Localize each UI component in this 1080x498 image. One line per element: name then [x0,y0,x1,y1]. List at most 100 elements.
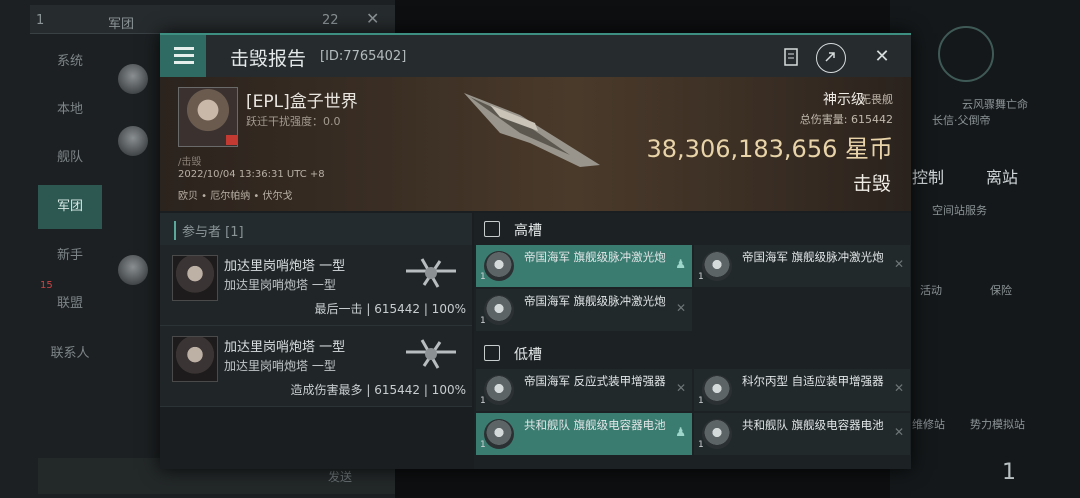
capacitor-battery-icon [702,419,732,449]
close-icon[interactable]: ✕ [366,9,379,28]
module-name: 帝国海军 旗舰级脉冲激光炮 [524,294,666,308]
ship-class: 无畏舰 [860,93,893,106]
participant-ship: 加达里岗哨炮塔 一型 [224,359,336,373]
destroyed-icon: ✕ [675,301,686,315]
participant-ship: 加达里岗哨炮塔 一型 [224,278,336,292]
module-qty: 1 [480,316,486,326]
module-qty: 1 [480,396,486,406]
pulse-laser-icon [702,251,732,281]
send-button[interactable]: 发送 [328,468,352,485]
module-item[interactable]: 1 帝国海军 旗舰级脉冲激光炮 ♟ [476,245,692,287]
pulse-laser-icon [484,251,514,281]
module-qty: 1 [698,440,704,450]
warp-disruption: 跃迁干扰强度：0.0 [246,115,341,128]
module-name: 科尔丙型 自适应装甲增强器 [742,374,884,388]
corp-logo [938,26,994,82]
victim-banner: [EPL]盒子世界 跃迁干扰强度：0.0 /击毁 2022/10/04 13:3… [160,77,911,211]
killmail-id: [ID:7765402] [320,49,407,64]
nav-newbie[interactable]: 新手 [38,234,102,278]
module-item[interactable]: 1 帝国海军 旗舰级脉冲激光炮 ✕ [694,245,910,287]
destroyed-icon: ✕ [675,381,686,395]
module-name: 帝国海军 旗舰级脉冲激光炮 [742,250,884,264]
module-qty: 1 [480,440,486,450]
participants-header: 参与者 [1] [160,213,472,245]
insurance-button[interactable]: 保险 [990,282,1012,298]
count-label: 1 [1002,460,1016,485]
avatar [118,126,148,156]
ship-image [464,93,600,167]
capacitor-battery-icon [484,419,514,449]
dialog-title: 击毁报告 [230,48,307,70]
turret-icon [406,258,456,288]
undock-button[interactable]: 离站 [986,164,1018,188]
station-panel: 云风骤舞亡命 长信·父倒帝 控制 离站 空间站服务 活动 保险 维修站 势力模拟… [890,0,1080,498]
participant-name: 加达里岗哨炮塔 一型 [224,259,346,274]
standing-flag-icon [226,135,238,145]
module-name: 帝国海军 反应式装甲增强器 [524,374,666,388]
corp-name: 云风骤舞亡命 [962,98,1028,111]
pulse-laser-icon [484,295,514,325]
repair-button[interactable]: 维修站 [912,416,945,432]
module-qty: 1 [480,272,486,282]
station-service-label: 空间站服务 [932,204,987,217]
module-name: 共和舰队 旗舰级电容器电池 [524,418,666,432]
destroyed-icon: ✕ [893,381,904,395]
killmail-dialog: 击毁报告 [ID:7765402] ✕ [EPL]盒子世界 跃迁干扰强度：0.0… [160,33,911,469]
chat-topbar: 1 军团 22 ✕ [30,5,395,34]
nav-local[interactable]: 本地 [38,88,102,132]
clipboard-icon[interactable] [777,43,805,71]
activity-button[interactable]: 活动 [920,282,942,298]
nav-fleet[interactable]: 舰队 [38,136,102,180]
isk-value: 38,306,183,656 星币 [646,135,893,163]
control-button[interactable]: 控制 [912,164,944,188]
participant-portrait[interactable] [172,336,218,382]
victim-name[interactable]: [EPL]盒子世界 [246,87,358,112]
participant-row[interactable]: 加达里岗哨炮塔 一型 加达里岗哨炮塔 一型 最后一击 | 615442 | 10… [160,245,472,326]
module-item[interactable]: 1 共和舰队 旗舰级电容器电池 ♟ [476,413,692,455]
avatar [118,64,148,94]
nav-contacts[interactable]: 联系人 [38,332,102,376]
module-qty: 1 [698,272,704,282]
participant-portrait[interactable] [172,255,218,301]
kill-location[interactable]: 欧贝 • 厄尔帕纳 • 伏尔戈 [178,187,293,202]
menu-icon[interactable] [160,35,206,77]
module-name: 共和舰队 旗舰级电容器电池 [742,418,884,432]
kill-result: 击毁 [852,173,891,195]
share-icon[interactable] [816,43,846,73]
participants-label: 参与者 [1] [174,221,244,240]
high-slot-icon [484,221,500,237]
high-slots-label: 高槽 [514,223,542,239]
nav-badge: 15 [40,280,53,291]
channel-nav: 系统 本地 舰队 军团 新手 联盟 联系人 15 [38,40,102,460]
victim-corp: /击毁 [178,157,202,168]
destroyed-icon: ✕ [893,425,904,439]
close-icon[interactable]: ✕ [868,43,896,71]
fitting-button[interactable]: 势力模拟站 [970,416,1025,432]
module-item[interactable]: 1 科尔丙型 自适应装甲增强器 ✕ [694,369,910,411]
low-slot-icon [484,345,500,361]
high-slots-header: 高槽 [474,213,911,245]
chat-tab-corp[interactable]: 军团 [108,13,134,32]
participant-row[interactable]: 加达里岗哨炮塔 一型 加达里岗哨炮塔 一型 造成伤害最多 | 615442 | … [160,326,472,407]
kill-datetime: 2022/10/04 13:36:31 UTC +8 [178,169,325,180]
armor-repairer-icon [484,375,514,405]
dialog-header: 击毁报告 [ID:7765402] ✕ [160,33,911,79]
module-item[interactable]: 1 共和舰队 旗舰级电容器电池 ✕ [694,413,910,455]
person-icon: ♟ [675,425,686,439]
chat-count: 22 [322,13,339,28]
person-icon: ♟ [675,257,686,271]
fitting-panel: 高槽 1 帝国海军 旗舰级脉冲激光炮 ♟ 1 帝国海军 旗舰级脉冲激光炮 ✕ 1… [474,213,911,469]
low-slots-header: 低槽 [474,337,911,369]
module-item[interactable]: 1 帝国海军 旗舰级脉冲激光炮 ✕ [476,289,692,331]
participant-stats: 造成伤害最多 | 615442 | 100% [290,383,466,397]
turret-icon [406,339,456,369]
low-slots-label: 低槽 [514,347,542,363]
total-damage: 总伤害量: 615442 [799,113,893,126]
destroyed-icon: ✕ [893,257,904,271]
participant-stats: 最后一击 | 615442 | 100% [314,302,466,316]
nav-system[interactable]: 系统 [38,40,102,84]
ship-name[interactable]: 神示级 [823,89,865,109]
module-name: 帝国海军 旗舰级脉冲激光炮 [524,250,666,264]
module-item[interactable]: 1 帝国海军 反应式装甲增强器 ✕ [476,369,692,411]
nav-corp[interactable]: 军团 [38,185,102,229]
